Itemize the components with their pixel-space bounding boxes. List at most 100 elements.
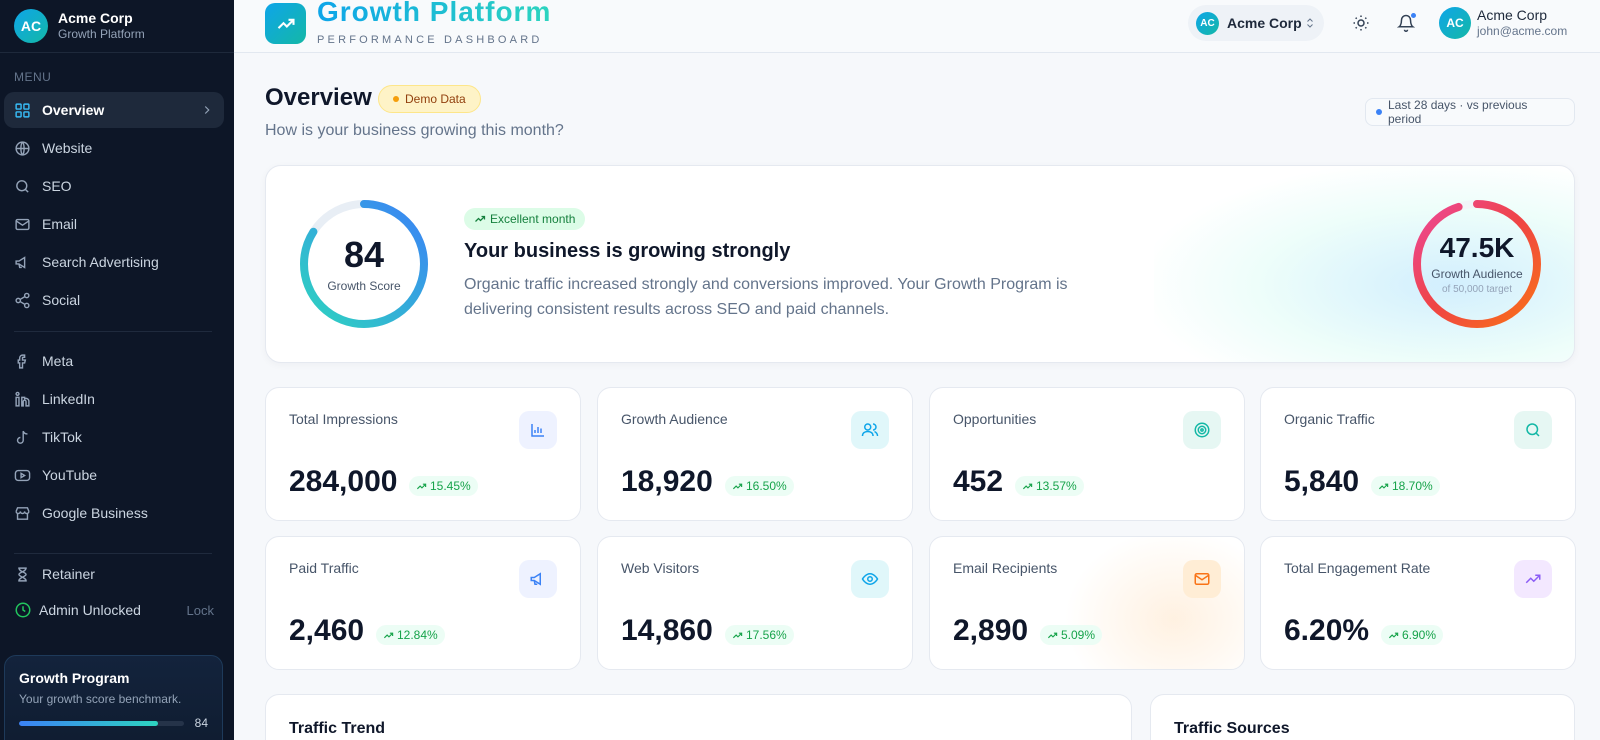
metric-card-email-recipients[interactable]: Email Recipients 2,890 5.09% [929,536,1245,670]
sidebar-item-google-business[interactable]: Google Business [4,495,224,531]
trending-up-icon [475,215,486,222]
sidebar-item-seo[interactable]: SEO [4,168,224,204]
sidebar-item-label: Overview [42,102,105,118]
traffic-sources-panel: Traffic Sources [1150,694,1575,740]
metric-card-total-impressions[interactable]: Total Impressions 284,000 15.45% [265,387,581,521]
metric-label: Web Visitors [621,560,700,576]
growth-program-card[interactable]: Growth Program Your growth score benchma… [4,655,223,740]
metric-card-web-visitors[interactable]: Web Visitors 14,860 17.56% [597,536,913,670]
clock-icon [15,602,31,618]
trending-up-icon [383,632,394,638]
sidebar-item-youtube[interactable]: YouTube [4,457,224,493]
metric-label: Email Recipients [953,560,1058,576]
metric-value: 284,000 [289,465,398,498]
sidebar-item-social[interactable]: Social [4,282,224,318]
traffic-trend-panel: Traffic Trend [265,694,1132,740]
metric-card-paid-traffic[interactable]: Paid Traffic 2,460 12.84% [265,536,581,670]
nav-main: Overview Website SEO Email Search Advert… [4,92,224,320]
metric-value: 2,890 [953,614,1029,647]
sidebar: AC Acme Corp Growth Platform MENU Overvi… [0,0,234,740]
sidebar-item-label: SEO [42,178,72,194]
hero-headline: Your business is growing strongly [464,240,791,262]
metric-card-total-engagement-rate[interactable]: Total Engagement Rate 6.20% 6.90% [1260,536,1576,670]
admin-status: Admin Unlocked Lock [14,601,214,619]
sidebar-item-search-advertising[interactable]: Search Advertising [4,244,224,280]
megaphone-icon [15,255,26,269]
metric-delta-value: 15.45% [430,479,471,493]
metric-delta-value: 16.50% [746,479,787,493]
sun-icon [1353,15,1369,31]
program-subtitle: Your growth score benchmark. [19,692,182,706]
metric-card-opportunities[interactable]: Opportunities 452 13.57% [929,387,1245,521]
metric-delta: 13.57% [1015,476,1084,496]
users-icon [861,423,879,437]
sidebar-item-meta[interactable]: Meta [4,343,224,379]
sidebar-item-email[interactable]: Email [4,206,224,242]
metric-card-organic-traffic[interactable]: Organic Traffic 5,840 18.70% [1260,387,1576,521]
metric-value: 5,840 [1284,465,1360,498]
metric-delta-value: 17.56% [746,628,787,642]
metric-delta: 12.84% [376,625,445,645]
user-name: Acme Corp [1477,7,1548,23]
growth-score-value: 84 [343,234,385,275]
traffic-trend-title: Traffic Trend [289,720,386,737]
org-switcher[interactable]: AC Acme Corp [1188,5,1324,41]
sidebar-item-retainer[interactable]: Retainer [4,556,224,592]
globe-icon [15,140,30,156]
period-selector[interactable]: Last 28 days · vs previous period [1365,98,1575,126]
metric-icon-box [1183,560,1221,598]
top-header: Growth Platform PERFORMANCE DASHBOARD AC… [234,0,1600,53]
tiktok-icon [16,430,28,444]
program-progress-fill [19,720,158,726]
nav-channels: Meta LinkedIn TikTok YouTube Google Busi… [4,343,224,533]
sidebar-item-label: TikTok [42,429,82,445]
card-glow [1064,537,1244,669]
sidebar-item-website[interactable]: Website [4,130,224,166]
metric-delta-value: 13.57% [1036,479,1077,493]
bar-chart-icon [531,424,544,437]
metric-label: Growth Audience [621,411,728,427]
theme-toggle-button[interactable] [1349,11,1373,35]
sidebar-item-overview[interactable]: Overview [4,92,224,128]
sidebar-item-label: Website [42,140,93,156]
growth-audience-target: of 50,000 target [1441,284,1513,295]
org-subtitle: Growth Platform [58,27,145,41]
user-menu[interactable]: AC Acme Corp john@acme.com [1439,7,1567,39]
notification-dot [1410,12,1417,19]
sidebar-item-label: Social [42,292,81,308]
traffic-sources-title: Traffic Sources [1174,720,1290,737]
chevron-right-icon [204,106,210,114]
app-title: Growth Platform [317,0,551,28]
sidebar-item-label: Search Advertising [42,254,159,270]
metric-value: 14,860 [621,614,713,647]
notifications-button[interactable] [1394,11,1418,35]
user-avatar: AC [1439,7,1471,39]
eye-icon [861,572,879,586]
chevron-up-down-icon [1307,18,1313,28]
growth-audience-label: Growth Audience [1431,267,1523,281]
sidebar-item-linkedin[interactable]: LinkedIn [4,381,224,417]
program-title: Growth Program [19,670,130,686]
youtube-icon [14,469,31,481]
trending-up-icon [1388,632,1399,638]
org-brand[interactable]: AC Acme Corp Growth Platform [0,0,234,53]
status-badge-label: Excellent month [490,212,576,226]
org-avatar: AC [14,9,48,43]
metric-label: Opportunities [953,411,1037,427]
sidebar-item-tiktok[interactable]: TikTok [4,419,224,455]
metric-delta: 15.45% [409,476,478,496]
metric-card-growth-audience[interactable]: Growth Audience 18,920 16.50% [597,387,913,521]
share-icon [15,292,30,308]
app-logo[interactable] [265,3,306,44]
demo-data-badge: Demo Data [378,85,481,113]
program-value: 84 [194,716,208,730]
page-title: Overview [265,84,372,111]
org-switcher-name: Acme Corp [1227,15,1302,31]
growth-audience-center: 47.5K Growth Audience of 50,000 target [1411,198,1543,330]
metric-label: Paid Traffic [289,560,359,576]
lock-button[interactable]: Lock [187,603,214,618]
metric-delta-value: 6.90% [1402,628,1437,642]
admin-status-label: Admin Unlocked [39,602,141,618]
growth-score-label: Growth Score [327,279,401,293]
user-email: john@acme.com [1477,24,1568,38]
